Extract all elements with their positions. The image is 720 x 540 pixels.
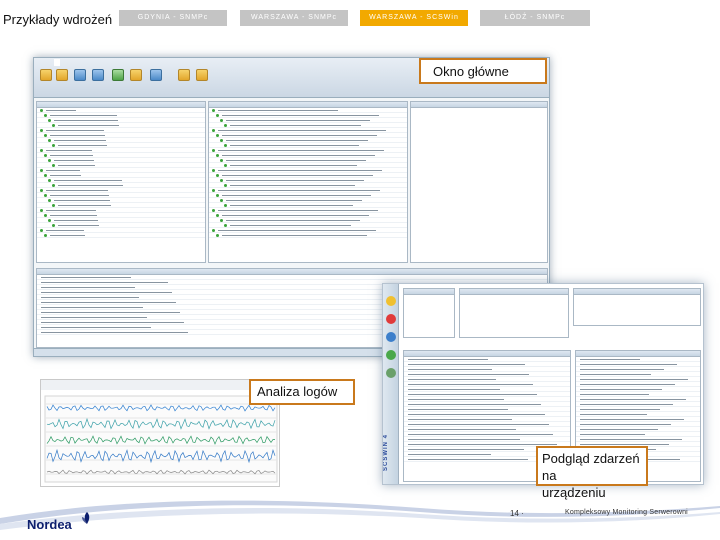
screenshot-row — [209, 233, 407, 238]
ribbon-tab — [54, 59, 60, 66]
status-icon — [386, 350, 396, 360]
screenshot-row — [37, 233, 205, 238]
log-analysis-screenshot — [40, 379, 280, 487]
folder-icon — [386, 296, 396, 306]
alarm-icon — [386, 314, 396, 324]
tab-gdynia-snmpc[interactable]: GDYNIA - SNMPc — [119, 10, 227, 26]
device-info-pane — [459, 288, 569, 338]
side-label: SCSWIN 4 — [383, 434, 389, 472]
footer-wave-graphic — [0, 500, 720, 530]
ribbon-button-icon — [178, 69, 190, 81]
ribbon-button-icon — [196, 69, 208, 81]
nordea-logo-text: Nordea — [27, 517, 72, 532]
ribbon-button-icon — [40, 69, 52, 81]
ribbon-button-icon — [112, 69, 124, 81]
callout-log-analysis: Analiza logów — [249, 379, 355, 405]
device-sidebar: SCSWIN 4 — [383, 284, 399, 484]
tab-warszawa-scswin[interactable]: WARSZAWA - SCSWin — [360, 10, 468, 26]
footer-caption: Kompleksowy Monitoring Serwerowni — [565, 509, 688, 516]
ribbon-button-icon — [92, 69, 104, 81]
object-tree-pane — [36, 101, 206, 263]
tab-lodz-snmpc[interactable]: ŁÓDŹ - SNMPc — [480, 10, 590, 26]
log-chart — [41, 380, 279, 483]
tab-warszawa-snmpc[interactable]: WARSZAWA - SNMPc — [240, 10, 348, 26]
info-icon — [386, 332, 396, 342]
page-number: 14 · — [510, 509, 524, 518]
device-details-pane — [573, 288, 701, 326]
callout-device-events-line1: Podgląd zdarzeń na — [542, 451, 640, 483]
nordea-logo-icon — [82, 512, 90, 524]
ribbon-button-icon — [74, 69, 86, 81]
alarms-pane — [410, 101, 548, 263]
ribbon-button-icon — [150, 69, 162, 81]
status-list-pane — [208, 101, 408, 263]
chart-header-strip — [41, 380, 279, 390]
device-tree-pane — [403, 288, 455, 338]
ribbon-button-icon — [56, 69, 68, 81]
slide-title: Przykłady wdrożeń — [3, 12, 113, 27]
callout-main-window: Okno główne — [419, 58, 547, 84]
tool-icon — [386, 368, 396, 378]
ribbon-button-icon — [130, 69, 142, 81]
tree-rows — [37, 108, 205, 238]
ribbon-tab — [74, 59, 80, 66]
ribbon-tab — [92, 59, 98, 66]
callout-device-events: Podgląd zdarzeń na urządzeniu — [536, 446, 648, 500]
